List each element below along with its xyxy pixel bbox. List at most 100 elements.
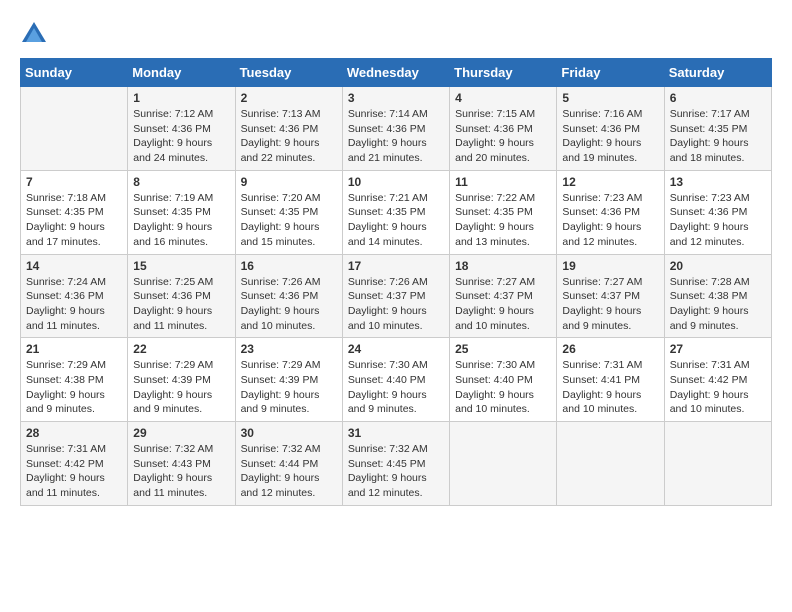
day-info: Sunrise: 7:27 AMSunset: 4:37 PMDaylight:… (562, 275, 658, 334)
day-cell: 8 Sunrise: 7:19 AMSunset: 4:35 PMDaylight… (128, 170, 235, 254)
day-info: Sunrise: 7:18 AMSunset: 4:35 PMDaylight:… (26, 191, 122, 250)
day-number: 27 (670, 342, 766, 356)
day-cell: 26 Sunrise: 7:31 AMSunset: 4:41 PMDayligh… (557, 338, 664, 422)
week-row-4: 21 Sunrise: 7:29 AMSunset: 4:38 PMDayligh… (21, 338, 772, 422)
day-number: 11 (455, 175, 551, 189)
day-cell: 11 Sunrise: 7:22 AMSunset: 4:35 PMDayligh… (450, 170, 557, 254)
day-number: 7 (26, 175, 122, 189)
day-cell: 16Sunrise: 7:26 AMSunset: 4:36 PMDayligh… (235, 254, 342, 338)
logo (20, 20, 52, 48)
day-number: 16 (241, 259, 337, 273)
day-info: Sunrise: 7:31 AMSunset: 4:41 PMDaylight:… (562, 358, 658, 417)
header-saturday: Saturday (664, 59, 771, 87)
day-info: Sunrise: 7:29 AMSunset: 4:39 PMDaylight:… (133, 358, 229, 417)
day-info: Sunrise: 7:23 AMSunset: 4:36 PMDaylight:… (562, 191, 658, 250)
week-row-1: 1Sunrise: 7:12 AMSunset: 4:36 PMDaylight… (21, 87, 772, 171)
day-cell: 2 Sunrise: 7:13 AMSunset: 4:36 PMDaylight… (235, 87, 342, 171)
day-cell: 23 Sunrise: 7:29 AMSunset: 4:39 PMDayligh… (235, 338, 342, 422)
day-number: 25 (455, 342, 551, 356)
day-number: 19 (562, 259, 658, 273)
header-wednesday: Wednesday (342, 59, 449, 87)
day-info: Sunrise: 7:31 AMSunset: 4:42 PMDaylight:… (26, 442, 122, 501)
calendar-header-row: SundayMondayTuesdayWednesdayThursdayFrid… (21, 59, 772, 87)
day-cell: 4 Sunrise: 7:15 AMSunset: 4:36 PMDaylight… (450, 87, 557, 171)
day-info: Sunrise: 7:32 AMSunset: 4:44 PMDaylight:… (241, 442, 337, 501)
day-number: 15 (133, 259, 229, 273)
day-cell: 28 Sunrise: 7:31 AMSunset: 4:42 PMDayligh… (21, 422, 128, 506)
day-cell (450, 422, 557, 506)
day-number: 8 (133, 175, 229, 189)
day-cell (21, 87, 128, 171)
page-header (20, 20, 772, 48)
day-cell: 3 Sunrise: 7:14 AMSunset: 4:36 PMDaylight… (342, 87, 449, 171)
day-info: Sunrise: 7:27 AMSunset: 4:37 PMDaylight:… (455, 275, 551, 334)
day-number: 28 (26, 426, 122, 440)
day-number: 29 (133, 426, 229, 440)
day-cell: 21 Sunrise: 7:29 AMSunset: 4:38 PMDayligh… (21, 338, 128, 422)
header-thursday: Thursday (450, 59, 557, 87)
day-number: 14 (26, 259, 122, 273)
day-number: 20 (670, 259, 766, 273)
day-cell: 31Sunrise: 7:32 AMSunset: 4:45 PMDayligh… (342, 422, 449, 506)
day-info: Sunrise: 7:16 AMSunset: 4:36 PMDaylight:… (562, 107, 658, 166)
day-info: Sunrise: 7:31 AMSunset: 4:42 PMDaylight:… (670, 358, 766, 417)
day-number: 23 (241, 342, 337, 356)
week-row-5: 28 Sunrise: 7:31 AMSunset: 4:42 PMDayligh… (21, 422, 772, 506)
day-cell: 29 Sunrise: 7:32 AMSunset: 4:43 PMDayligh… (128, 422, 235, 506)
day-info: Sunrise: 7:29 AMSunset: 4:38 PMDaylight:… (26, 358, 122, 417)
day-cell (664, 422, 771, 506)
day-info: Sunrise: 7:22 AMSunset: 4:35 PMDaylight:… (455, 191, 551, 250)
header-friday: Friday (557, 59, 664, 87)
day-info: Sunrise: 7:17 AMSunset: 4:35 PMDaylight:… (670, 107, 766, 166)
day-number: 4 (455, 91, 551, 105)
day-number: 2 (241, 91, 337, 105)
logo-icon (20, 20, 48, 48)
day-number: 3 (348, 91, 444, 105)
day-number: 22 (133, 342, 229, 356)
day-number: 17 (348, 259, 444, 273)
day-info: Sunrise: 7:15 AMSunset: 4:36 PMDaylight:… (455, 107, 551, 166)
week-row-3: 14Sunrise: 7:24 AMSunset: 4:36 PMDayligh… (21, 254, 772, 338)
day-cell: 30Sunrise: 7:32 AMSunset: 4:44 PMDayligh… (235, 422, 342, 506)
day-number: 10 (348, 175, 444, 189)
day-cell: 1Sunrise: 7:12 AMSunset: 4:36 PMDaylight… (128, 87, 235, 171)
day-info: Sunrise: 7:32 AMSunset: 4:45 PMDaylight:… (348, 442, 444, 501)
calendar-table: SundayMondayTuesdayWednesdayThursdayFrid… (20, 58, 772, 506)
day-info: Sunrise: 7:21 AMSunset: 4:35 PMDaylight:… (348, 191, 444, 250)
day-cell: 5 Sunrise: 7:16 AMSunset: 4:36 PMDaylight… (557, 87, 664, 171)
day-number: 6 (670, 91, 766, 105)
day-number: 24 (348, 342, 444, 356)
day-number: 1 (133, 91, 229, 105)
day-number: 5 (562, 91, 658, 105)
day-info: Sunrise: 7:32 AMSunset: 4:43 PMDaylight:… (133, 442, 229, 501)
day-cell: 22 Sunrise: 7:29 AMSunset: 4:39 PMDayligh… (128, 338, 235, 422)
day-info: Sunrise: 7:14 AMSunset: 4:36 PMDaylight:… (348, 107, 444, 166)
day-info: Sunrise: 7:23 AMSunset: 4:36 PMDaylight:… (670, 191, 766, 250)
day-number: 26 (562, 342, 658, 356)
header-tuesday: Tuesday (235, 59, 342, 87)
day-info: Sunrise: 7:25 AMSunset: 4:36 PMDaylight:… (133, 275, 229, 334)
day-info: Sunrise: 7:28 AMSunset: 4:38 PMDaylight:… (670, 275, 766, 334)
day-number: 21 (26, 342, 122, 356)
week-row-2: 7 Sunrise: 7:18 AMSunset: 4:35 PMDaylight… (21, 170, 772, 254)
day-cell (557, 422, 664, 506)
day-cell: 24 Sunrise: 7:30 AMSunset: 4:40 PMDayligh… (342, 338, 449, 422)
day-cell: 9Sunrise: 7:20 AMSunset: 4:35 PMDaylight… (235, 170, 342, 254)
day-info: Sunrise: 7:30 AMSunset: 4:40 PMDaylight:… (348, 358, 444, 417)
day-cell: 6 Sunrise: 7:17 AMSunset: 4:35 PMDaylight… (664, 87, 771, 171)
day-cell: 14Sunrise: 7:24 AMSunset: 4:36 PMDayligh… (21, 254, 128, 338)
day-info: Sunrise: 7:30 AMSunset: 4:40 PMDaylight:… (455, 358, 551, 417)
day-number: 13 (670, 175, 766, 189)
day-cell: 25 Sunrise: 7:30 AMSunset: 4:40 PMDayligh… (450, 338, 557, 422)
day-cell: 18Sunrise: 7:27 AMSunset: 4:37 PMDayligh… (450, 254, 557, 338)
header-sunday: Sunday (21, 59, 128, 87)
day-cell: 20 Sunrise: 7:28 AMSunset: 4:38 PMDayligh… (664, 254, 771, 338)
day-number: 9 (241, 175, 337, 189)
day-info: Sunrise: 7:13 AMSunset: 4:36 PMDaylight:… (241, 107, 337, 166)
day-cell: 27 Sunrise: 7:31 AMSunset: 4:42 PMDayligh… (664, 338, 771, 422)
day-cell: 15 Sunrise: 7:25 AMSunset: 4:36 PMDayligh… (128, 254, 235, 338)
day-number: 12 (562, 175, 658, 189)
day-info: Sunrise: 7:29 AMSunset: 4:39 PMDaylight:… (241, 358, 337, 417)
day-info: Sunrise: 7:19 AMSunset: 4:35 PMDaylight:… (133, 191, 229, 250)
day-cell: 7 Sunrise: 7:18 AMSunset: 4:35 PMDaylight… (21, 170, 128, 254)
